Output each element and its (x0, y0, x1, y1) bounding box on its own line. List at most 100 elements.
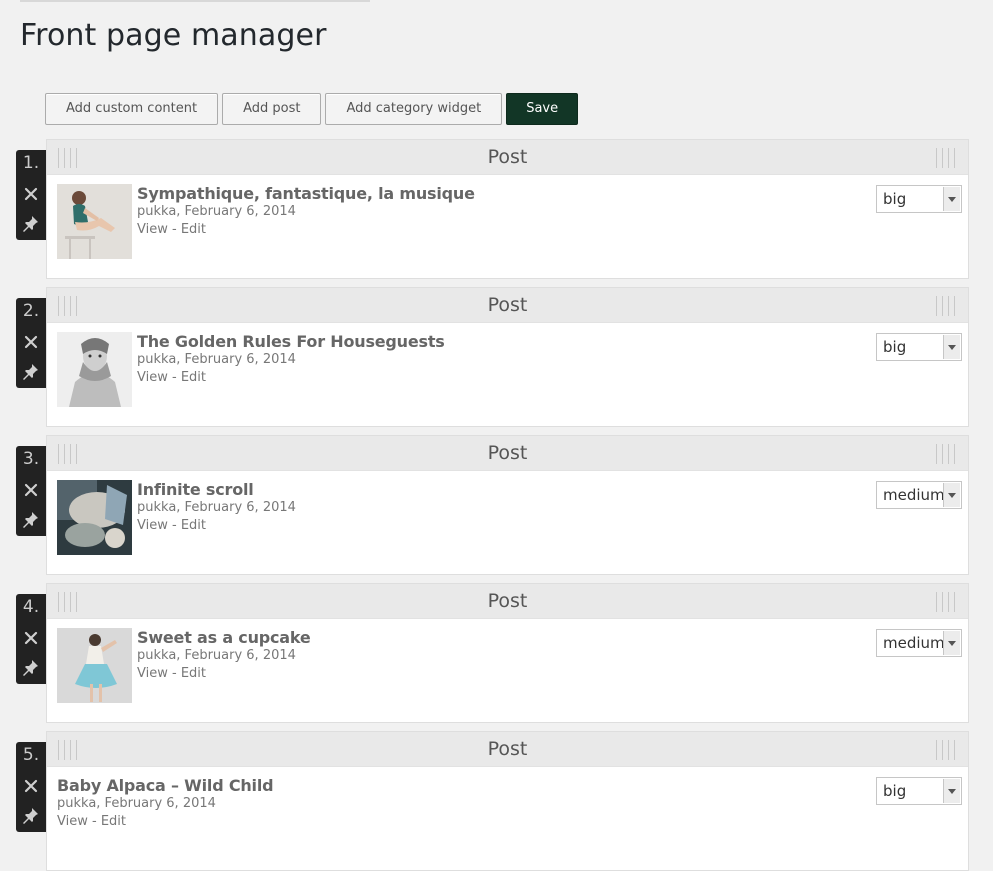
post-actions: View - Edit (137, 518, 296, 533)
drag-handle-icon[interactable] (936, 592, 958, 612)
item-panel: Post Sympathique, fantastique, la musiqu… (46, 139, 969, 279)
post-info: The Golden Rules For Houseguests pukka, … (137, 332, 445, 385)
post-title: Sympathique, fantastique, la musique (137, 184, 475, 203)
chevron-down-icon[interactable] (943, 631, 960, 655)
post-thumbnail (57, 332, 132, 407)
edit-link[interactable]: Edit (181, 370, 206, 385)
chevron-down-icon[interactable] (943, 187, 960, 211)
item-control-bar: 4. (16, 594, 46, 684)
size-select-value: medium (883, 486, 945, 504)
view-link[interactable]: View (137, 518, 168, 533)
post-title: Infinite scroll (137, 480, 254, 499)
panel-header[interactable]: Post (47, 288, 968, 323)
item-control-bar: 1. (16, 150, 46, 240)
pin-icon[interactable] (22, 806, 40, 824)
size-select-value: medium (883, 634, 945, 652)
edit-link[interactable]: Edit (101, 814, 126, 829)
chevron-down-icon[interactable] (943, 779, 960, 803)
post-thumbnail (57, 628, 132, 703)
panel-type-label: Post (487, 146, 528, 168)
save-button[interactable]: Save (506, 93, 579, 125)
post-info: Sweet as a cupcake pukka, February 6, 20… (137, 628, 311, 681)
panel-type-label: Post (487, 738, 528, 760)
size-select[interactable]: medium (876, 629, 962, 657)
pin-icon[interactable] (22, 510, 40, 528)
item-number: 4. (22, 597, 40, 617)
item-control-bar: 2. (16, 298, 46, 388)
post-actions: View - Edit (137, 222, 475, 237)
remove-icon[interactable] (23, 334, 39, 350)
pin-icon[interactable] (22, 658, 40, 676)
post-title: Baby Alpaca – Wild Child (57, 776, 274, 795)
panel-header[interactable]: Post (47, 584, 968, 619)
post-meta: pukka, February 6, 2014 (137, 500, 296, 515)
view-link[interactable]: View (137, 370, 168, 385)
post-thumbnail (57, 184, 132, 259)
panel-type-label: Post (487, 590, 528, 612)
post-actions: View - Edit (137, 370, 445, 385)
size-select[interactable]: big (876, 333, 962, 361)
item-control-bar: 5. (16, 742, 46, 832)
pin-icon[interactable] (22, 362, 40, 380)
chevron-down-icon[interactable] (943, 483, 960, 507)
item-panel: Post Baby Alpaca – Wild Child pukka, Feb… (46, 731, 969, 871)
chevron-down-icon[interactable] (943, 335, 960, 359)
post-meta: pukka, February 6, 2014 (137, 204, 296, 219)
view-link[interactable]: View (57, 814, 88, 829)
post-meta: pukka, February 6, 2014 (57, 796, 216, 811)
edit-link[interactable]: Edit (181, 222, 206, 237)
post-meta: pukka, February 6, 2014 (137, 352, 296, 367)
link-separator: - (167, 666, 181, 681)
item-panel: Post Sweet as a cupcake pukka, February … (46, 583, 969, 723)
drag-handle-icon[interactable] (936, 444, 958, 464)
edit-link[interactable]: Edit (181, 666, 206, 681)
drag-handle-icon[interactable] (936, 296, 958, 316)
post-thumbnail (57, 480, 132, 555)
pin-icon[interactable] (22, 214, 40, 232)
item-panel: Post The Golden Rules For Houseguests pu… (46, 287, 969, 427)
size-select[interactable]: big (876, 185, 962, 213)
remove-icon[interactable] (23, 186, 39, 202)
item-control-bar: 3. (16, 446, 46, 536)
remove-icon[interactable] (23, 482, 39, 498)
link-separator: - (167, 518, 181, 533)
view-link[interactable]: View (137, 666, 168, 681)
view-link[interactable]: View (137, 222, 168, 237)
panel-type-label: Post (487, 294, 528, 316)
top-divider (20, 0, 370, 2)
drag-handle-icon[interactable] (936, 740, 958, 760)
drag-handle-icon[interactable] (936, 148, 958, 168)
item-number: 3. (22, 449, 40, 469)
post-info: Sympathique, fantastique, la musique puk… (137, 184, 475, 237)
item-panel: Post Infinite scroll pukka, February 6, … (46, 435, 969, 575)
size-select-value: big (883, 190, 907, 208)
link-separator: - (167, 222, 181, 237)
remove-icon[interactable] (23, 778, 39, 794)
panel-type-label: Post (487, 442, 528, 464)
link-separator: - (167, 370, 181, 385)
add-category-widget-button[interactable]: Add category widget (325, 93, 503, 125)
item-number: 5. (22, 745, 40, 765)
size-select-value: big (883, 782, 907, 800)
post-title: Sweet as a cupcake (137, 628, 311, 647)
add-post-button[interactable]: Add post (222, 93, 322, 125)
size-select[interactable]: big (876, 777, 962, 805)
size-select[interactable]: medium (876, 481, 962, 509)
post-info: Infinite scroll pukka, February 6, 2014 … (137, 480, 296, 533)
item-number: 2. (22, 301, 40, 321)
remove-icon[interactable] (23, 630, 39, 646)
post-meta: pukka, February 6, 2014 (137, 648, 296, 663)
edit-link[interactable]: Edit (181, 518, 206, 533)
size-select-value: big (883, 338, 907, 356)
add-custom-content-button[interactable]: Add custom content (45, 93, 219, 125)
link-separator: - (87, 814, 101, 829)
panel-header[interactable]: Post (47, 140, 968, 175)
panel-header[interactable]: Post (47, 732, 968, 767)
post-title: The Golden Rules For Houseguests (137, 332, 445, 351)
post-info: Baby Alpaca – Wild Child pukka, February… (57, 776, 274, 829)
post-actions: View - Edit (57, 814, 273, 829)
post-actions: View - Edit (137, 666, 311, 681)
page-title: Front page manager (20, 18, 327, 53)
panel-header[interactable]: Post (47, 436, 968, 471)
item-number: 1. (22, 153, 40, 173)
